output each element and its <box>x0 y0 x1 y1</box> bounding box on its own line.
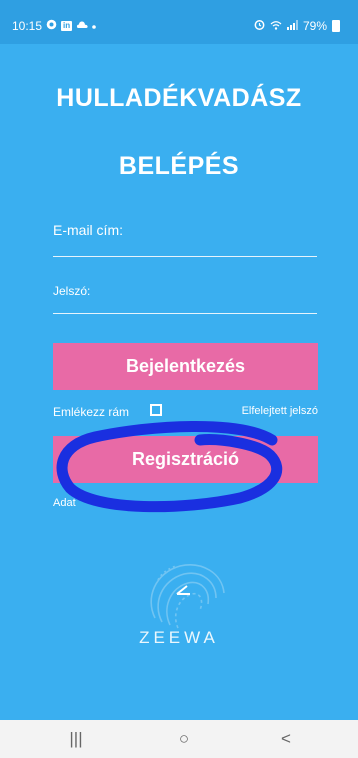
privacy-link[interactable]: Adat <box>53 497 76 509</box>
login-screen: 10:15 in 79% HULLADÉKVADÁSZ BELÉPÉS E-ma… <box>0 0 358 758</box>
battery-icon <box>332 20 340 32</box>
zeewa-logo-icon <box>150 564 225 629</box>
remember-me-label: Emlékezz rám <box>53 405 130 419</box>
register-button[interactable]: Regisztráció <box>53 436 318 483</box>
status-left: 10:15 in <box>12 19 96 33</box>
status-right: 79% <box>254 19 340 33</box>
home-button[interactable]: ○ <box>164 726 204 752</box>
dot-icon <box>92 20 96 32</box>
cloud-icon <box>76 20 88 32</box>
alarm-icon <box>254 19 265 33</box>
wifi-icon <box>270 20 282 33</box>
email-underline <box>53 256 317 257</box>
android-nav-bar: ||| ○ < <box>0 720 358 758</box>
linkedin-icon: in <box>61 21 73 31</box>
zeewa-logo-text: ZEEWA <box>139 628 219 647</box>
login-button[interactable]: Bejelentkezés <box>53 343 318 390</box>
app-title: HULLADÉKVADÁSZ <box>56 84 302 112</box>
page-title: BELÉPÉS <box>118 152 240 180</box>
back-button[interactable]: < <box>266 726 306 752</box>
forgot-password-link[interactable]: Elfelejtett jelszó <box>242 405 318 417</box>
signal-icon <box>286 19 298 33</box>
status-bar: 10:15 in 79% <box>0 0 358 44</box>
whatsapp-icon <box>46 19 57 33</box>
recents-button[interactable]: ||| <box>56 726 96 752</box>
battery-percent: 79% <box>302 19 327 33</box>
email-field[interactable] <box>53 228 321 256</box>
password-underline <box>53 313 317 314</box>
clock: 10:15 <box>12 19 43 33</box>
password-field[interactable] <box>53 287 321 315</box>
remember-me-checkbox[interactable] <box>150 404 162 416</box>
